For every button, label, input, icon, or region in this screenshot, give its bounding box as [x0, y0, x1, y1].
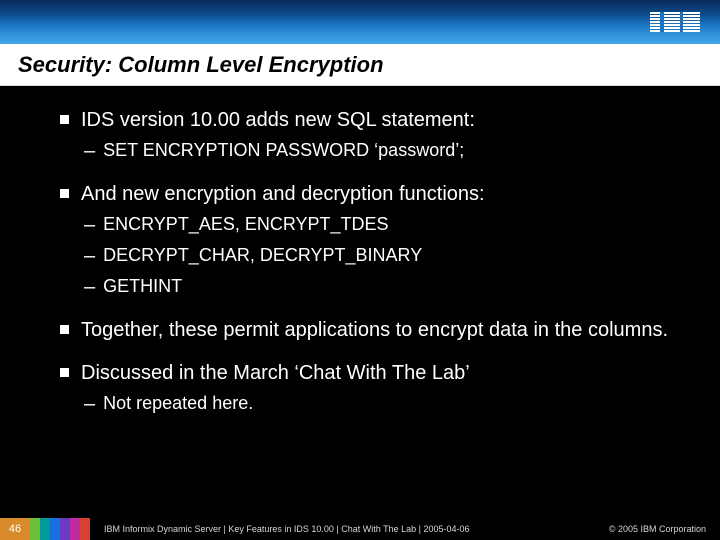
color-chip-icon	[60, 518, 70, 540]
footer-text: IBM Informix Dynamic Server | Key Featur…	[90, 524, 609, 534]
dash-bullet-icon: –	[84, 139, 95, 164]
bullet-level-2: – ENCRYPT_AES, ENCRYPT_TDES	[84, 213, 690, 238]
ibm-logo-icon	[650, 12, 700, 32]
header-banner	[0, 0, 720, 44]
bullet-level-1: IDS version 10.00 adds new SQL statement…	[60, 108, 690, 133]
bullet-text: GETHINT	[103, 275, 182, 298]
bullet-level-1: Discussed in the March ‘Chat With The La…	[60, 361, 690, 386]
color-chip-icon	[30, 518, 40, 540]
bullet-text: Discussed in the March ‘Chat With The La…	[81, 361, 470, 386]
bullet-text: SET ENCRYPTION PASSWORD ‘password’;	[103, 139, 464, 162]
slide: Security: Column Level Encryption IDS ve…	[0, 0, 720, 540]
bullet-text: ENCRYPT_AES, ENCRYPT_TDES	[103, 213, 388, 236]
bullet-level-1: And new encryption and decryption functi…	[60, 182, 690, 207]
bullet-level-2: – DECRYPT_CHAR, DECRYPT_BINARY	[84, 244, 690, 269]
color-chip-icon	[50, 518, 60, 540]
dash-bullet-icon: –	[84, 275, 95, 300]
title-bar: Security: Column Level Encryption	[0, 44, 720, 86]
square-bullet-icon	[60, 368, 69, 377]
slide-body: IDS version 10.00 adds new SQL statement…	[0, 86, 720, 518]
square-bullet-icon	[60, 325, 69, 334]
dash-bullet-icon: –	[84, 392, 95, 417]
bullet-level-2: – Not repeated here.	[84, 392, 690, 417]
color-chip-icon	[80, 518, 90, 540]
bullet-level-2: – SET ENCRYPTION PASSWORD ‘password’;	[84, 139, 690, 164]
bullet-text: And new encryption and decryption functi…	[81, 182, 485, 207]
dash-bullet-icon: –	[84, 244, 95, 269]
dash-bullet-icon: –	[84, 213, 95, 238]
footer: 46 IBM Informix Dynamic Server | Key Fea…	[0, 518, 720, 540]
bullet-text: IDS version 10.00 adds new SQL statement…	[81, 108, 475, 133]
color-chip-icon	[70, 518, 80, 540]
slide-number: 46	[0, 518, 30, 540]
bullet-level-2: – GETHINT	[84, 275, 690, 300]
square-bullet-icon	[60, 189, 69, 198]
slide-title: Security: Column Level Encryption	[18, 52, 384, 78]
bullet-level-1: Together, these permit applications to e…	[60, 318, 690, 343]
color-chip-icon	[40, 518, 50, 540]
footer-copyright: © 2005 IBM Corporation	[609, 524, 720, 534]
color-strip	[30, 518, 90, 540]
bullet-text: Not repeated here.	[103, 392, 253, 415]
bullet-text: Together, these permit applications to e…	[81, 318, 668, 343]
bullet-text: DECRYPT_CHAR, DECRYPT_BINARY	[103, 244, 422, 267]
square-bullet-icon	[60, 115, 69, 124]
